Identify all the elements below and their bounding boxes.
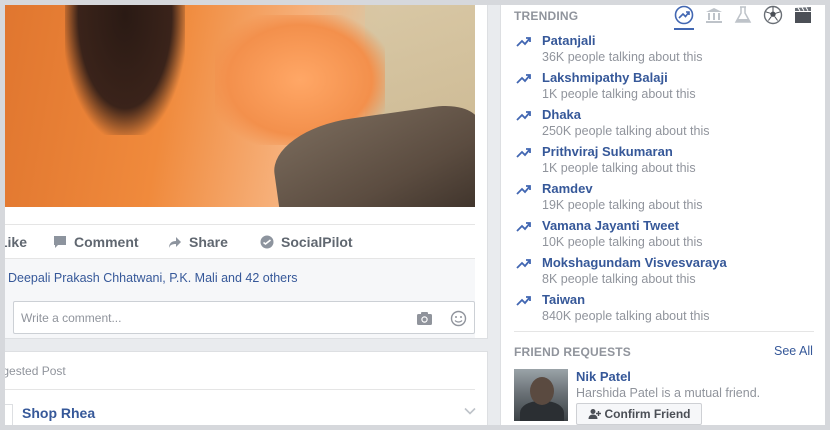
science-icon [734, 6, 752, 23]
tab-trending[interactable] [674, 5, 694, 30]
trending-item[interactable]: Ramdev 19K people talking about this [514, 180, 814, 216]
friend-request-name[interactable]: Nik Patel [576, 369, 631, 384]
confirm-friend-button[interactable]: Confirm Friend [576, 403, 702, 425]
tab-science[interactable] [733, 5, 753, 25]
trend-arrow-icon [516, 111, 531, 121]
camera-icon[interactable] [416, 310, 433, 327]
trend-name: Patanjali [542, 33, 596, 48]
like-label: Like [5, 234, 27, 250]
right-sidebar: TRENDING Patanjali 36K people talking ab… [500, 5, 825, 425]
trend-arrow-icon [516, 148, 531, 158]
trending-item[interactable]: Lakshmipathy Balaji 1K people talking ab… [514, 69, 814, 105]
avatar-head [530, 377, 554, 405]
trend-name: Prithviraj Sukumaran [542, 144, 673, 159]
trending-item[interactable]: Taiwan 840K people talking about this [514, 291, 814, 327]
trending-icon [674, 5, 694, 25]
sports-icon [763, 5, 783, 25]
friend-requests-title: FRIEND REQUESTS [514, 345, 632, 359]
trending-item[interactable]: Dhaka 250K people talking about this [514, 106, 814, 142]
tab-entertainment[interactable] [793, 5, 813, 25]
trend-name: Taiwan [542, 292, 586, 307]
suggested-page-name[interactable]: Shop Rhea [22, 405, 95, 421]
trend-name: Dhaka [542, 107, 582, 122]
trending-item[interactable]: Mokshagundam Visvesvaraya 8K people talk… [514, 254, 814, 290]
trending-item[interactable]: Vamana Jayanti Tweet 10K people talking … [514, 217, 814, 253]
trend-arrow-icon [516, 222, 531, 232]
post-action-bar: Like Comment Share SocialPilot [5, 231, 475, 253]
divider [514, 331, 814, 332]
mutual-friend-text: Harshida Patel is a mutual friend. [576, 386, 761, 400]
like-button[interactable]: Like [5, 231, 27, 253]
see-all-link[interactable]: See All [774, 344, 813, 358]
emoji-icon[interactable] [450, 310, 467, 327]
trend-name: Ramdev [542, 181, 593, 196]
trend-arrow-icon [516, 259, 531, 269]
comment-input[interactable] [14, 302, 404, 333]
post-photo[interactable] [5, 5, 475, 207]
trend-arrow-icon [516, 296, 531, 306]
share-icon [169, 237, 181, 248]
trend-count: 36K people talking about this [542, 50, 703, 64]
suggested-post-label: Suggested Post [0, 364, 66, 378]
page-avatar[interactable] [5, 404, 13, 426]
confirm-friend-label: Confirm Friend [604, 407, 691, 421]
avatar[interactable] [514, 369, 568, 421]
trend-count: 840K people talking about this [542, 309, 710, 323]
share-label: Share [189, 234, 228, 250]
post-card: Like Comment Share SocialPilot Deepali P… [5, 5, 488, 339]
trend-count: 1K people talking about this [542, 87, 696, 101]
comment-button[interactable]: Comment [53, 231, 139, 253]
trending-item[interactable]: Patanjali 36K people talking about this [514, 32, 814, 68]
trend-arrow-icon [516, 185, 531, 195]
comment-box [13, 301, 475, 334]
divider [5, 224, 475, 225]
divider [5, 389, 475, 390]
tab-politics[interactable] [704, 5, 724, 25]
chevron-down-icon[interactable] [463, 404, 477, 418]
trend-name: Mokshagundam Visvesvaraya [542, 255, 727, 270]
trend-count: 8K people talking about this [542, 272, 696, 286]
photo-hair [65, 5, 185, 135]
socialpilot-icon [260, 235, 274, 249]
trend-count: 250K people talking about this [542, 124, 710, 138]
trend-name: Vamana Jayanti Tweet [542, 218, 680, 233]
likers-text[interactable]: Deepali Prakash Chhatwani, P.K. Mali and… [8, 271, 298, 285]
socialpilot-button[interactable]: SocialPilot [260, 231, 353, 253]
trend-count: 1K people talking about this [542, 161, 696, 175]
comment-label: Comment [74, 234, 139, 250]
trend-count: 19K people talking about this [542, 198, 703, 212]
trending-item[interactable]: Prithviraj Sukumaran 1K people talking a… [514, 143, 814, 179]
share-button[interactable]: Share [168, 231, 228, 253]
politics-icon [706, 8, 722, 23]
add-friend-icon [588, 409, 601, 419]
suggested-post-card: Suggested Post Shop Rhea [0, 351, 488, 426]
socialpilot-label: SocialPilot [281, 234, 353, 250]
trend-arrow-icon [516, 37, 531, 47]
trending-title: TRENDING [514, 9, 579, 23]
trend-name: Lakshmipathy Balaji [542, 70, 668, 85]
trend-count: 10K people talking about this [542, 235, 703, 249]
comment-icon [54, 236, 66, 248]
entertainment-icon [795, 7, 811, 23]
trend-arrow-icon [516, 74, 531, 84]
tab-sports[interactable] [763, 5, 783, 25]
